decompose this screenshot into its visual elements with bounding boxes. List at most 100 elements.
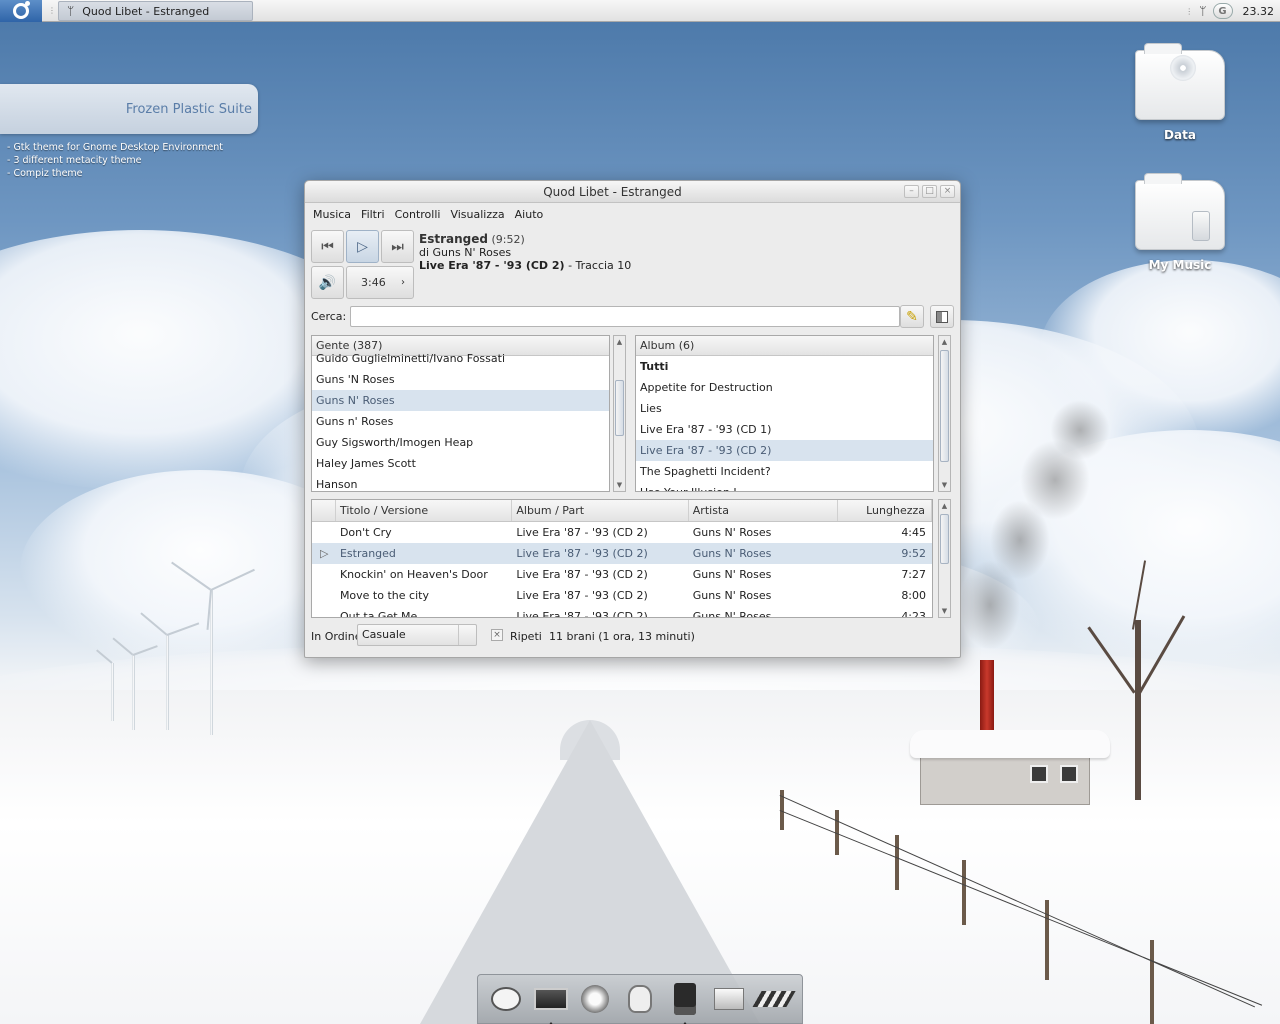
clock[interactable]: 23.32 xyxy=(1243,5,1275,18)
theme-notes: - Gtk theme for Gnome Desktop Environmen… xyxy=(7,141,223,180)
play-button[interactable]: ▷ xyxy=(346,230,379,263)
panel-handle[interactable]: ⋮ xyxy=(48,5,56,17)
cell-title: Don't Cry xyxy=(339,526,392,539)
repeat-label[interactable]: Ripeti xyxy=(510,630,542,643)
menubar: Musica Filtri Controlli Visualizza Aiuto xyxy=(305,203,960,225)
list-item[interactable]: Lies xyxy=(636,398,933,419)
volume-button[interactable]: 🔊 xyxy=(311,266,344,299)
scroll-thumb[interactable] xyxy=(615,380,624,436)
cell-length: 9:52 xyxy=(901,547,927,560)
row-indicator xyxy=(312,564,336,585)
people-scrollbar[interactable]: ▲ ▼ xyxy=(613,335,626,492)
pidgin-icon[interactable] xyxy=(488,981,524,1017)
speaker-icon[interactable] xyxy=(667,981,703,1024)
browser-toggle-button[interactable] xyxy=(930,305,954,328)
list-item[interactable]: Haley James Scott xyxy=(312,453,609,474)
menu-visualizza[interactable]: Visualizza xyxy=(450,208,504,221)
search-input[interactable] xyxy=(350,306,900,327)
clear-search-button[interactable]: ✎ xyxy=(900,305,924,328)
quodlibet-window: Quod Libet - Estranged – □ × Musica Filt… xyxy=(304,180,961,658)
quodlibet-tray-icon[interactable]: ᛘ xyxy=(1199,4,1206,18)
cell-length: 4:45 xyxy=(901,526,927,539)
theme-note: - Compiz theme xyxy=(7,168,83,179)
desktop-icon-label: My Music xyxy=(1148,258,1212,272)
ubuntu-logo-icon xyxy=(13,1,30,19)
close-button[interactable]: × xyxy=(940,185,955,198)
taskbar-item-quodlibet[interactable]: ᛘ Quod Libet - Estranged xyxy=(58,1,253,21)
cell-artist: Guns N' Roses xyxy=(692,547,772,560)
menu-aiuto[interactable]: Aiuto xyxy=(515,208,544,221)
firefox-icon[interactable] xyxy=(577,981,613,1017)
system-tray: ⋮ ᛘ G 23.32 xyxy=(1185,0,1280,22)
monitor-icon[interactable] xyxy=(533,981,569,1024)
table-row[interactable]: Move to the city Live Era '87 - '93 (CD … xyxy=(312,585,932,606)
list-item[interactable]: Guido Guglielminetti/Ivano Fossati xyxy=(312,348,609,369)
repeat-checkbox[interactable]: × xyxy=(491,629,503,641)
song-list-scrollbar[interactable]: ▲ ▼ xyxy=(938,499,951,618)
taskbar-item-label: Quod Libet - Estranged xyxy=(82,4,210,18)
song-artist: di Guns N' Roses xyxy=(419,246,512,259)
theme-note: - Gtk theme for Gnome Desktop Environmen… xyxy=(7,142,224,153)
play-indicator-icon: ▷ xyxy=(320,547,329,560)
column-title[interactable]: Titolo / Versione xyxy=(336,500,513,521)
list-item[interactable]: Appetite for Destruction xyxy=(636,377,933,398)
dropdown-icon[interactable] xyxy=(458,625,476,645)
current-song-info: Estranged (9:52) di Guns N' Roses Live E… xyxy=(419,233,631,273)
skip-forward-icon: ⏭ xyxy=(391,238,404,255)
list-item[interactable]: Live Era '87 - '93 (CD 1) xyxy=(636,419,933,440)
minimize-button[interactable]: – xyxy=(904,185,919,198)
scanner-icon[interactable] xyxy=(711,981,747,1017)
gnome-g-icon[interactable]: G xyxy=(1212,3,1233,19)
scroll-down-icon[interactable]: ▼ xyxy=(939,605,950,617)
menu-controlli[interactable]: Controlli xyxy=(395,208,441,221)
tray-handle[interactable]: ⋮ xyxy=(1185,7,1193,16)
album-header[interactable]: Album (6) xyxy=(636,336,933,356)
column-length[interactable]: Lunghezza xyxy=(838,500,932,521)
main-menu-button[interactable] xyxy=(0,0,42,22)
window-titlebar[interactable]: Quod Libet - Estranged – □ × xyxy=(305,181,960,203)
gimp-icon[interactable] xyxy=(622,981,658,1017)
scroll-thumb[interactable] xyxy=(940,514,949,564)
list-item[interactable]: Guy Sigsworth/Imogen Heap xyxy=(312,432,609,453)
column-artist[interactable]: Artista xyxy=(689,500,839,521)
position-time: 3:46 xyxy=(361,276,386,289)
scroll-down-icon[interactable]: ▼ xyxy=(939,479,950,491)
list-item-selected[interactable]: Live Era '87 - '93 (CD 2) xyxy=(636,440,933,461)
album-scrollbar[interactable]: ▲ ▼ xyxy=(938,335,951,492)
list-item[interactable]: Use Your Illusion I xyxy=(636,482,933,491)
chess-icon[interactable] xyxy=(752,981,796,1017)
cell-artist: Guns N' Roses xyxy=(692,568,772,581)
menu-filtri[interactable]: Filtri xyxy=(361,208,385,221)
scroll-up-icon[interactable]: ▲ xyxy=(614,336,625,348)
previous-button[interactable]: ⏮ xyxy=(311,230,344,263)
grid-icon xyxy=(936,310,948,323)
scroll-up-icon[interactable]: ▲ xyxy=(939,500,950,512)
desktop-icon-data[interactable]: Data xyxy=(1125,43,1235,142)
maximize-button[interactable]: □ xyxy=(922,185,937,198)
list-item[interactable]: Hanson xyxy=(312,474,609,491)
order-select[interactable]: Casuale xyxy=(357,624,477,646)
column-playing[interactable] xyxy=(312,500,336,521)
cell-album: Live Era '87 - '93 (CD 2) xyxy=(516,589,648,602)
column-album[interactable]: Album / Part xyxy=(512,500,689,521)
table-row[interactable]: Out ta Get Me Live Era '87 - '93 (CD 2) … xyxy=(312,606,932,617)
ipod-icon xyxy=(1192,211,1210,241)
scroll-thumb[interactable] xyxy=(940,350,949,462)
list-item[interactable]: Guns n' Roses xyxy=(312,411,609,432)
list-item[interactable]: Tutti xyxy=(636,356,933,377)
table-row[interactable]: Knockin' on Heaven's Door Live Era '87 -… xyxy=(312,564,932,585)
table-row-playing[interactable]: ▷ Estranged Live Era '87 - '93 (CD 2) Gu… xyxy=(312,543,932,564)
cell-length: 8:00 xyxy=(901,589,927,602)
list-item-selected[interactable]: Guns N' Roses xyxy=(312,390,609,411)
seek-button[interactable]: 3:46 › xyxy=(346,266,414,299)
desktop-icon-my-music[interactable]: My Music xyxy=(1125,173,1235,272)
list-item[interactable]: Guns 'N Roses xyxy=(312,369,609,390)
next-button[interactable]: ⏭ xyxy=(381,230,414,263)
menu-musica[interactable]: Musica xyxy=(313,208,351,221)
list-item[interactable]: The Spaghetti Incident? xyxy=(636,461,933,482)
desktop-icon-label: Data xyxy=(1164,128,1196,142)
scroll-down-icon[interactable]: ▼ xyxy=(614,479,625,491)
table-row[interactable]: Don't Cry Live Era '87 - '93 (CD 2) Guns… xyxy=(312,522,932,543)
broom-icon: ✎ xyxy=(906,308,918,325)
scroll-up-icon[interactable]: ▲ xyxy=(939,336,950,348)
